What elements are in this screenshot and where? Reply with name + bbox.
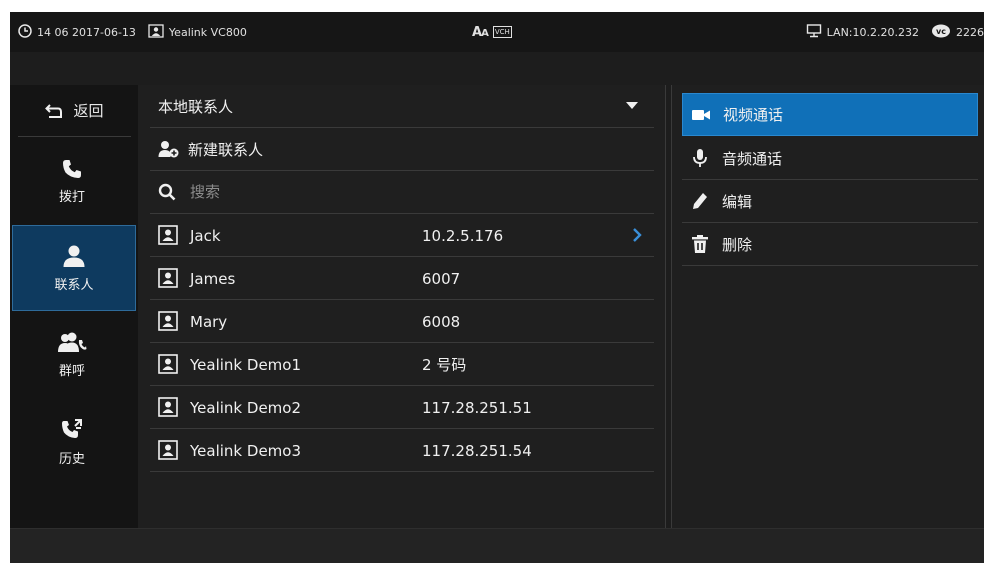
search-icon — [158, 183, 176, 201]
nav-group-call[interactable]: 群呼 — [10, 312, 134, 398]
status-datetime: 14 06 2017-06-13 — [37, 25, 136, 39]
add-person-icon — [158, 140, 180, 158]
audio-call-label: 音频通话 — [722, 149, 783, 168]
contact-card-icon — [158, 440, 178, 464]
microphone-icon — [693, 149, 707, 167]
contact-row[interactable]: Yealink Demo3 117.28.251.54 — [150, 429, 654, 472]
contact-name: Yealink Demo2 — [190, 398, 301, 417]
status-center-group: AA VCH — [472, 12, 512, 52]
back-arrow-icon — [45, 103, 63, 118]
contact-row[interactable]: Mary 6008 — [150, 300, 654, 343]
person-icon — [63, 245, 85, 267]
back-button[interactable]: 返回 — [18, 85, 131, 137]
chevron-right-icon — [632, 227, 642, 247]
contact-number: 2 号码 — [422, 356, 467, 374]
edit-option[interactable]: 编辑 — [682, 180, 978, 223]
delete-label: 删除 — [722, 235, 753, 254]
group-icon — [58, 332, 87, 352]
font-size-icon: AA — [472, 24, 489, 40]
contact-group-dropdown[interactable]: 本地联系人 — [150, 85, 654, 128]
contact-name: Yealink Demo1 — [190, 355, 301, 374]
search-row — [150, 171, 654, 214]
back-label: 返回 — [73, 102, 104, 120]
video-camera-icon — [692, 109, 710, 120]
search-input[interactable] — [190, 183, 590, 201]
audio-call-option[interactable]: 音频通话 — [682, 137, 978, 180]
left-navigation: 返回 拨打 联系人 群呼 历史 — [10, 85, 138, 528]
phone-icon — [63, 159, 81, 178]
network-status: LAN:10.2.20.232 — [826, 25, 919, 39]
nav-group-call-label: 群呼 — [58, 363, 85, 379]
contact-card-icon — [158, 397, 178, 421]
status-left-group: 14 06 2017-06-13 Yealink VC800 — [18, 12, 247, 52]
nav-history-label: 历史 — [58, 451, 85, 467]
contact-row[interactable]: Jack 10.2.5.176 — [150, 214, 654, 257]
vc800-screen: 14 06 2017-06-13 Yealink VC800 AA VCH LA… — [10, 12, 984, 563]
dropdown-caret-icon — [626, 102, 638, 109]
history-icon — [62, 418, 82, 438]
contact-name: James — [190, 269, 236, 288]
contact-number: 10.2.5.176 — [422, 226, 504, 245]
new-contact-button[interactable]: 新建联系人 — [150, 128, 654, 171]
video-call-label: 视频通话 — [723, 106, 784, 124]
contact-card-icon — [158, 311, 178, 335]
edit-label: 编辑 — [722, 192, 753, 211]
clock-icon — [18, 23, 32, 41]
contact-card-icon — [148, 23, 164, 41]
contact-number: 6007 — [422, 269, 461, 288]
vch-icon: VCH — [492, 26, 512, 38]
contact-row[interactable]: Yealink Demo1 2 号码 — [150, 343, 654, 386]
contacts-panel: 本地联系人 新建联系人 Jack 10.2.5.176 — [138, 85, 666, 528]
trash-icon — [692, 235, 708, 253]
bottom-softkey-bar — [10, 528, 984, 563]
status-device-name: Yealink VC800 — [168, 25, 247, 39]
group-selected-label: 本地联系人 — [158, 97, 234, 116]
nav-dial-label: 拨打 — [58, 189, 85, 205]
contact-number: 117.28.251.54 — [422, 441, 532, 460]
contact-number: 117.28.251.51 — [422, 398, 532, 417]
contact-card-icon — [158, 225, 178, 249]
account-number: 2226 — [956, 25, 984, 39]
vc-account-icon: vc — [931, 24, 951, 41]
nav-contacts[interactable]: 联系人 — [12, 225, 136, 311]
contact-number: 6008 — [422, 312, 461, 331]
contact-card-icon — [158, 268, 178, 292]
pencil-icon — [693, 193, 707, 209]
svg-text:vc: vc — [936, 27, 946, 36]
network-icon — [806, 23, 822, 41]
status-bar: 14 06 2017-06-13 Yealink VC800 AA VCH LA… — [10, 12, 984, 52]
status-right-group: LAN:10.2.20.232 vc 2226 — [806, 12, 984, 52]
nav-contacts-label: 联系人 — [54, 277, 94, 293]
contact-name: Mary — [190, 312, 228, 331]
contact-card-icon — [158, 354, 178, 378]
delete-option[interactable]: 删除 — [682, 223, 978, 266]
contact-row[interactable]: James 6007 — [150, 257, 654, 300]
video-call-option[interactable]: 视频通话 — [682, 93, 978, 136]
contact-name: Jack — [190, 226, 221, 245]
new-contact-label: 新建联系人 — [188, 140, 264, 159]
nav-dial[interactable]: 拨打 — [10, 138, 134, 224]
contact-name: Yealink Demo3 — [190, 441, 301, 460]
nav-history[interactable]: 历史 — [10, 399, 134, 485]
contact-row[interactable]: Yealink Demo2 117.28.251.51 — [150, 386, 654, 429]
contact-options-panel: 视频通话 音频通话 编辑 删除 — [671, 85, 984, 528]
